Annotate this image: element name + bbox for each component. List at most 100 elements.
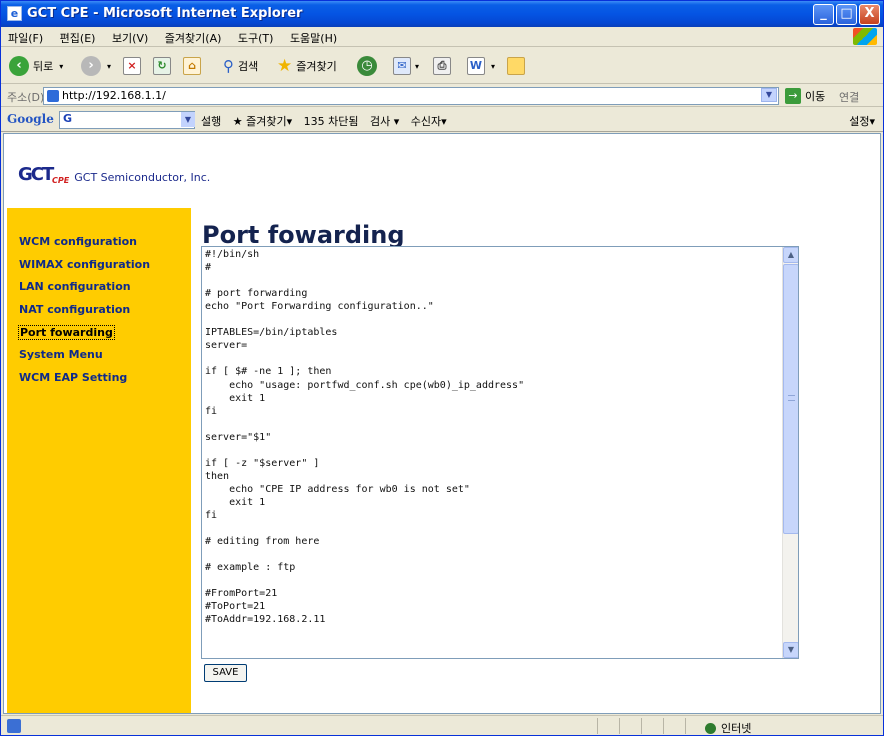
logo-text: GCT: [18, 164, 54, 185]
security-zone: 인터넷: [705, 720, 751, 736]
menu-favorites[interactable]: 즐겨찾기(A): [158, 27, 228, 46]
status-divider: [685, 718, 686, 734]
address-label: 주소(D): [7, 91, 45, 104]
refresh-button[interactable]: ↻: [153, 55, 171, 77]
forward-button[interactable]: › ▾: [81, 55, 111, 77]
go-button[interactable]: → 이동: [785, 88, 825, 104]
google-search-value: G: [63, 112, 73, 125]
script-line: # editing from here: [205, 536, 320, 548]
menu-view[interactable]: 보기(V): [105, 27, 154, 46]
logo-cpe-text: CPE: [52, 176, 70, 185]
star-icon: ★: [277, 56, 293, 76]
google-search-dropdown[interactable]: ▼: [181, 112, 195, 127]
scroll-down-button[interactable]: ▼: [783, 642, 798, 658]
google-settings-button[interactable]: 설정▾: [849, 113, 875, 129]
scrollbar-grip-icon: [788, 395, 795, 401]
sidebar-item-wcm-eap-setting[interactable]: WCM EAP Setting: [19, 371, 127, 384]
scrollbar-thumb[interactable]: [783, 264, 798, 534]
script-line: exit 1: [205, 496, 266, 508]
script-line: #FromPort=21: [205, 588, 278, 600]
company-header: GCT CPE GCT Semiconductor, Inc.: [18, 164, 210, 185]
close-button[interactable]: X: [859, 4, 880, 25]
status-bar: 인터넷: [1, 715, 883, 735]
menu-edit[interactable]: 편집(E): [53, 27, 102, 46]
windows-logo-icon: [853, 28, 877, 45]
address-dropdown-button[interactable]: ▼: [761, 88, 777, 102]
script-line: IPTABLES=/bin/iptables: [205, 327, 338, 339]
google-logo[interactable]: Google: [7, 112, 54, 126]
history-icon: ◷: [357, 56, 377, 76]
mail-button[interactable]: ✉ ▾: [393, 55, 419, 77]
google-toolbar: Google G ▼ 설행 ★ 즐겨찾기▾ 135 차단됨 검사 ▾ 수신자▾ …: [1, 108, 883, 132]
status-divider: [619, 718, 620, 734]
script-line: if [ -z "$server" ]: [205, 457, 320, 469]
script-line: if [ $# -ne 1 ]; then: [205, 366, 332, 378]
maximize-button[interactable]: □: [836, 4, 857, 25]
go-arrow-icon: →: [785, 88, 801, 104]
script-line: fi: [205, 510, 218, 521]
address-url: http://192.168.1.1/: [62, 89, 166, 102]
menu-file[interactable]: 파일(F): [1, 27, 49, 46]
history-button[interactable]: ◷: [357, 55, 377, 77]
script-line: echo "Port Forwarding configuration..": [205, 301, 434, 313]
page-icon: [47, 90, 59, 102]
chevron-down-icon: ▾: [107, 61, 112, 71]
gct-logo: GCT CPE: [18, 164, 69, 185]
back-button[interactable]: ‹ 뒤로 ▾: [9, 55, 63, 77]
home-button[interactable]: ⌂: [183, 55, 201, 77]
sidebar-item-wcm-configuration[interactable]: WCM configuration: [19, 235, 137, 248]
links-label[interactable]: 연결: [839, 89, 859, 105]
script-line: #: [205, 262, 212, 274]
script-line: #!/bin/sh: [205, 249, 260, 260]
sidebar-item-system-menu[interactable]: System Menu: [19, 348, 103, 361]
chevron-down-icon: ▾: [491, 61, 496, 71]
printer-icon: ⎙: [433, 57, 451, 75]
script-line: server="$1": [205, 431, 272, 443]
script-line: #ToAddr=192.168.2.11: [205, 614, 326, 626]
script-textarea[interactable]: #!/bin/sh # # port forwarding echo "Port Fo…: [201, 246, 799, 659]
script-line: #ToPort=21: [205, 601, 266, 613]
google-search-button[interactable]: 설행: [201, 115, 221, 128]
page-status-icon: [7, 719, 21, 733]
minimize-button[interactable]: _: [813, 4, 834, 25]
favorites-label: 즐겨찾기: [296, 60, 337, 73]
title-bar[interactable]: e GCT CPE - Microsoft Internet Explorer …: [1, 1, 883, 27]
google-toolbar-items: 설행 ★ 즐겨찾기▾ 135 차단됨 검사 ▾ 수신자▾: [201, 113, 455, 129]
search-icon: ⚲: [223, 57, 234, 75]
back-arrow-icon: ‹: [9, 56, 29, 76]
status-divider: [641, 718, 642, 734]
scroll-up-button[interactable]: ▲: [783, 247, 798, 263]
ie-icon: e: [7, 6, 22, 21]
address-input[interactable]: http://192.168.1.1/: [43, 87, 779, 105]
window-title: GCT CPE - Microsoft Internet Explorer: [27, 6, 303, 21]
print-button[interactable]: ⎙: [433, 55, 451, 77]
menu-bar: 파일(F) 편집(E) 보기(V) 즐겨찾기(A) 도구(T) 도움말(H): [1, 27, 883, 47]
chevron-down-icon: ▾: [415, 61, 420, 71]
menu-help[interactable]: 도움말(H): [283, 27, 343, 46]
folder-button[interactable]: [507, 55, 525, 77]
status-divider: [663, 718, 664, 734]
google-search-input[interactable]: G: [59, 111, 195, 129]
script-line: fi: [205, 405, 218, 417]
word-icon: W: [467, 57, 485, 75]
stop-button[interactable]: ×: [123, 55, 141, 77]
status-divider: [597, 718, 598, 734]
popup-blocked-counter[interactable]: 135 차단됨: [304, 115, 359, 128]
browser-window: e GCT CPE - Microsoft Internet Explorer …: [0, 0, 884, 736]
spellcheck-button[interactable]: 검사 ▾: [370, 115, 399, 128]
search-button[interactable]: ⚲ 검색: [223, 55, 258, 77]
vertical-scrollbar[interactable]: ▲ ▼: [782, 247, 798, 658]
send-to-button[interactable]: 수신자▾: [411, 115, 447, 128]
home-icon: ⌂: [183, 57, 201, 75]
edit-button[interactable]: W ▾: [467, 55, 495, 77]
sidebar-item-wimax-configuration[interactable]: WIMAX configuration: [19, 258, 150, 271]
script-line: # port forwarding: [205, 288, 308, 300]
script-line: then: [205, 470, 230, 482]
google-favorites-button[interactable]: ★ 즐겨찾기▾: [233, 115, 292, 128]
sidebar-item-port-fowarding[interactable]: Port fowarding: [18, 325, 115, 340]
menu-tools[interactable]: 도구(T): [231, 27, 280, 46]
sidebar-item-lan-configuration[interactable]: LAN configuration: [19, 280, 131, 293]
favorites-button[interactable]: ★ 즐겨찾기: [277, 55, 337, 77]
sidebar-item-nat-configuration[interactable]: NAT configuration: [19, 303, 130, 316]
save-button[interactable]: SAVE: [204, 664, 247, 682]
